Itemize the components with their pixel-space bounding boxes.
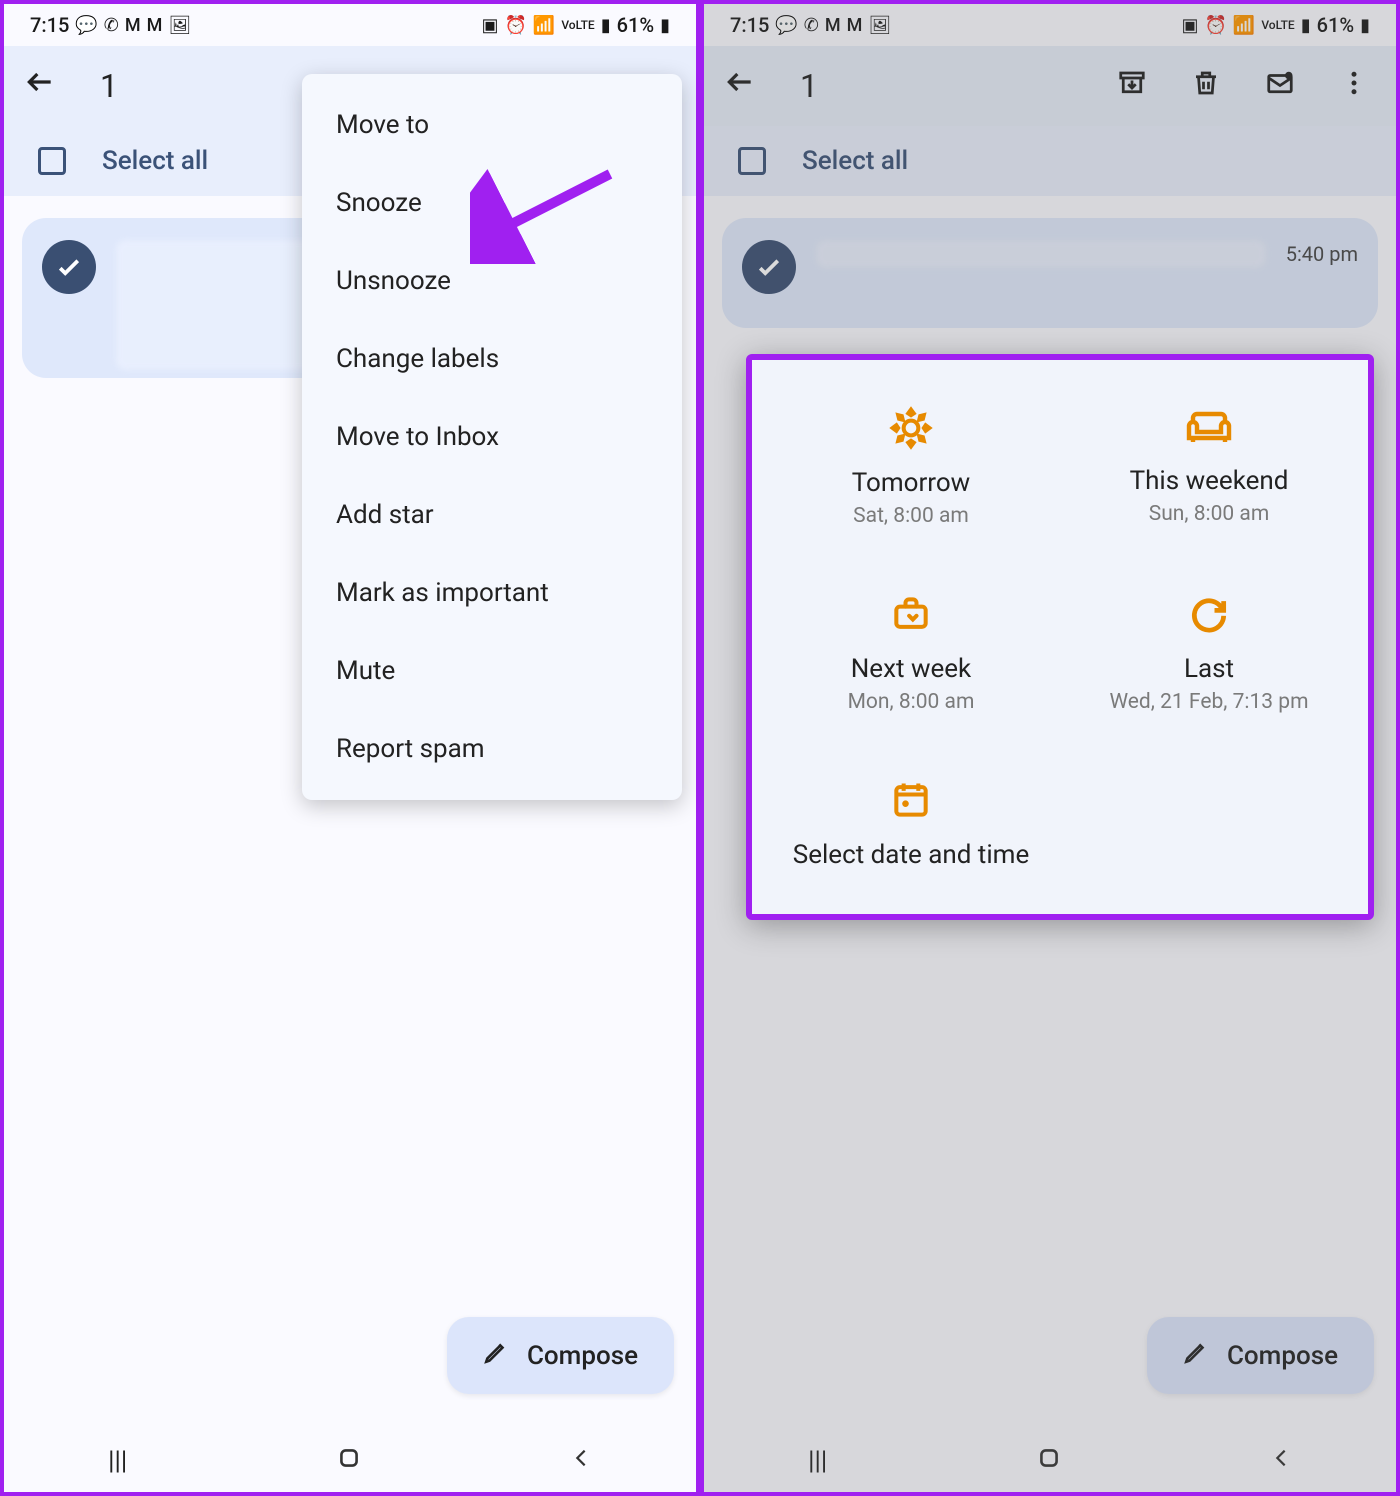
archive-icon[interactable] [1110,68,1154,105]
back-arrow-icon[interactable] [724,66,756,106]
saver-icon: ▣ [1181,15,1198,36]
snooze-sub: Mon, 8:00 am [848,690,975,714]
status-time: 7:15 [30,13,69,37]
snooze-dialog: Tomorrow Sat, 8:00 am This weekend Sun, … [746,354,1374,920]
snooze-title: Tomorrow [852,468,970,498]
snooze-custom[interactable]: Select date and time [762,742,1060,904]
snooze-title: Select date and time [793,840,1029,870]
compose-label: Compose [527,1341,638,1371]
app-bar: 1 [704,46,1396,126]
select-all-label[interactable]: Select all [802,146,908,176]
snooze-next-week[interactable]: Next week Mon, 8:00 am [762,556,1060,742]
battery-icon: ▮ [660,15,670,36]
snooze-tomorrow[interactable]: Tomorrow Sat, 8:00 am [762,370,1060,556]
nav-recents-icon[interactable]: ||| [808,1446,827,1476]
menu-mark-important[interactable]: Mark as important [302,554,682,632]
couch-icon [1185,408,1233,452]
status-time: 7:15 [730,13,769,37]
delete-icon[interactable] [1184,68,1228,105]
nav-home-icon[interactable] [1036,1445,1062,1478]
snooze-weekend[interactable]: This weekend Sun, 8:00 am [1060,370,1358,556]
briefcase-icon [889,592,933,640]
whatsapp-icon: ✆ [804,15,819,36]
signal-icon: ▮ [1301,15,1311,36]
calendar-icon [889,778,933,826]
compose-button[interactable]: Compose [447,1317,674,1394]
nav-home-icon[interactable] [336,1445,362,1478]
status-bar: 7:15 💬 ✆ M M 🖼 ▣ ⏰ 📶 VoLTE ▮ 61% ▮ [4,4,696,46]
photo-icon: 🖼 [168,15,191,36]
menu-move-to[interactable]: Move to [302,86,682,164]
email-preview-blur [816,240,1266,268]
compose-button[interactable]: Compose [1147,1317,1374,1394]
snooze-last[interactable]: Last Wed, 21 Feb, 7:13 pm [1060,556,1358,742]
mail-icon: M [125,15,141,36]
nav-back-icon[interactable] [570,1446,592,1476]
sun-icon [889,406,933,454]
mark-unread-icon[interactable] [1258,68,1302,105]
more-icon[interactable] [1332,68,1376,105]
pencil-icon [1183,1339,1209,1372]
snooze-title: Next week [851,654,971,684]
snooze-sub: Wed, 21 Feb, 7:13 pm [1109,690,1308,714]
alarm-icon: ⏰ [504,15,526,36]
menu-mute[interactable]: Mute [302,632,682,710]
menu-unsnooze[interactable]: Unsnooze [302,242,682,320]
snooze-sub: Sun, 8:00 am [1149,502,1270,526]
select-all-checkbox[interactable] [738,147,766,175]
select-all-checkbox[interactable] [38,147,66,175]
mail-icon: M [825,15,841,36]
snooze-title: Last [1184,654,1234,684]
alarm-icon: ⏰ [1204,15,1226,36]
saver-icon: ▣ [481,15,498,36]
mail-icon: M [147,15,163,36]
email-checkmark-icon[interactable] [42,240,96,294]
battery-icon: ▮ [1360,15,1370,36]
email-time: 5:40 pm [1286,242,1358,266]
selection-count: 1 [100,67,118,105]
nav-recents-icon[interactable]: ||| [108,1446,127,1476]
nav-back-icon[interactable] [1270,1446,1292,1476]
select-all-row: Select all [704,126,1396,196]
photo-icon: 🖼 [868,15,891,36]
chat-icon: 💬 [775,15,797,36]
email-checkmark-icon[interactable] [742,240,796,294]
whatsapp-icon: ✆ [104,15,119,36]
menu-move-to-inbox[interactable]: Move to Inbox [302,398,682,476]
overflow-menu: Move to Snooze Unsnooze Change labels Mo… [302,74,682,800]
redo-icon [1187,592,1231,640]
snooze-title: This weekend [1130,466,1289,496]
selection-count: 1 [800,67,818,105]
status-bar: 7:15 💬 ✆ M M 🖼 ▣ ⏰ 📶 VoLTE ▮ 61% ▮ [704,4,1396,46]
mail-icon: M [847,15,863,36]
email-item[interactable]: 5:40 pm [722,218,1378,328]
select-all-label[interactable]: Select all [102,146,208,176]
menu-report-spam[interactable]: Report spam [302,710,682,788]
menu-add-star[interactable]: Add star [302,476,682,554]
nav-bar: ||| [4,1430,696,1492]
volte-icon: VoLTE [561,18,594,32]
nav-bar: ||| [704,1430,1396,1492]
volte-icon: VoLTE [1261,18,1294,32]
battery-text: 61% [1317,13,1354,37]
compose-label: Compose [1227,1341,1338,1371]
wifi-icon: 📶 [533,15,555,36]
pencil-icon [483,1339,509,1372]
snooze-sub: Sat, 8:00 am [853,504,969,528]
menu-snooze[interactable]: Snooze [302,164,682,242]
menu-change-labels[interactable]: Change labels [302,320,682,398]
wifi-icon: 📶 [1233,15,1255,36]
back-arrow-icon[interactable] [24,66,56,106]
chat-icon: 💬 [75,15,97,36]
battery-text: 61% [617,13,654,37]
signal-icon: ▮ [601,15,611,36]
